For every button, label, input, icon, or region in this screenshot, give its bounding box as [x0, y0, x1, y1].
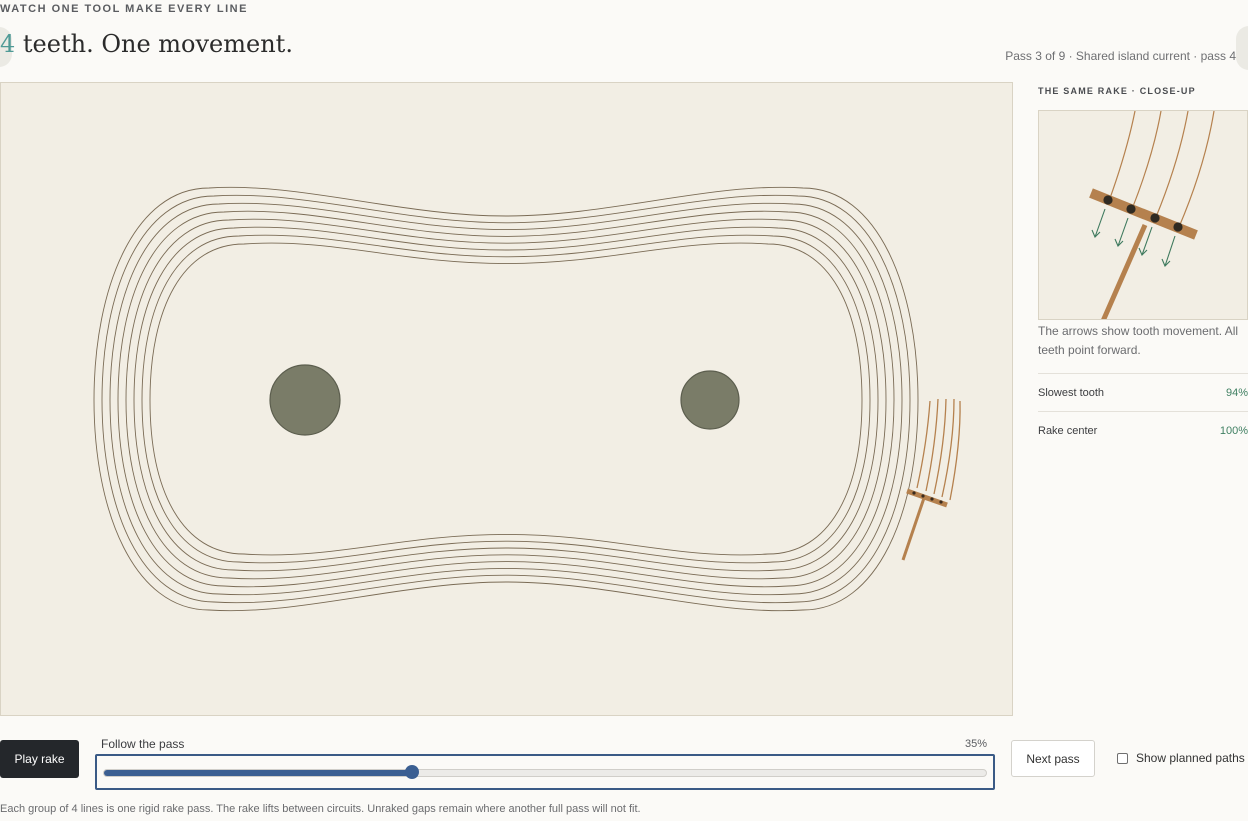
planned-paths-checkbox[interactable]: [1117, 752, 1128, 764]
stats-list: Slowest tooth 94% Rake center 100%: [1038, 373, 1248, 449]
slider-label: Follow the pass: [101, 737, 185, 751]
right-scroll-handle: [1236, 26, 1248, 70]
play-rake-button[interactable]: Play rake: [0, 740, 79, 778]
slider-percent: 35%: [965, 738, 988, 750]
rake-tooth: [912, 491, 916, 495]
closeup-tooth: [1150, 213, 1160, 223]
show-planned-paths-toggle[interactable]: Show planned paths: [1117, 751, 1245, 765]
closeup-drawing: [1089, 111, 1215, 319]
garden-drawing: [93, 186, 961, 612]
rake-tooth: [930, 497, 934, 501]
rake-tooth: [939, 500, 943, 504]
page-title: 4 teeth. One movement.: [0, 30, 293, 58]
next-pass-button[interactable]: Next pass: [1011, 740, 1095, 777]
footnote: Each group of 4 lines is one rigid rake …: [0, 803, 641, 815]
side-panel: THE SAME RAKE · CLOSE-UP The arrows show: [1038, 82, 1248, 449]
rake-line: [149, 242, 863, 556]
active-rake-trail: [916, 398, 961, 501]
planned-paths-label: Show planned paths: [1136, 751, 1245, 765]
slider-track[interactable]: [103, 769, 987, 777]
rake-line: [93, 186, 919, 612]
eyebrow-label: WATCH ONE TOOL MAKE EVERY LINE: [0, 3, 248, 15]
stat-label: Rake center: [1038, 424, 1098, 437]
rake-handle: [901, 497, 926, 561]
stat-value: 94%: [1225, 386, 1248, 399]
rake-tooth: [921, 494, 925, 498]
stat-row-slowest-tooth: Slowest tooth 94%: [1038, 373, 1248, 411]
rake-line: [141, 234, 871, 564]
closeup-title: THE SAME RAKE · CLOSE-UP: [1038, 86, 1196, 96]
pass-progress-slider[interactable]: [95, 754, 995, 790]
slider-fill: [104, 770, 414, 776]
zen-garden-canvas[interactable]: [0, 82, 1013, 716]
rake-closeup: [1038, 110, 1248, 320]
closeup-rake-handle: [1101, 223, 1148, 319]
rake-line: [109, 202, 903, 596]
rake-line: [117, 210, 895, 588]
rake-line-group: [93, 186, 919, 612]
stat-value: 100%: [1219, 424, 1248, 437]
stat-label: Slowest tooth: [1038, 386, 1105, 399]
rake-line: [133, 226, 879, 572]
closeup-caption: The arrows show tooth movement. All teet…: [1038, 324, 1239, 357]
rake-tool: [901, 488, 948, 561]
rake-line: [125, 218, 887, 580]
pass-status: Pass 3 of 9 · Shared island current · pa…: [1005, 49, 1236, 63]
stat-row-rake-center: Rake center 100%: [1038, 411, 1248, 449]
title-digit: 4: [0, 30, 16, 58]
title-text: teeth. One movement.: [15, 30, 293, 58]
closeup-tooth: [1126, 204, 1136, 214]
rock-right: [680, 370, 740, 430]
rock-left: [269, 364, 341, 436]
closeup-tooth: [1173, 222, 1183, 232]
closeup-tooth: [1103, 195, 1113, 205]
